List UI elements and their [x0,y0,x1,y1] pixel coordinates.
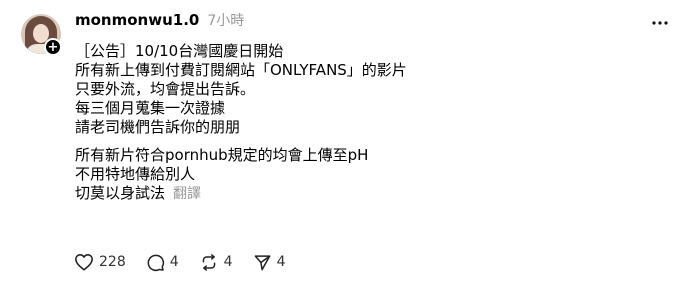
repost-count: 4 [223,254,233,270]
like-count: 228 [99,254,126,270]
repost-button[interactable]: 4 [199,253,233,272]
post-line: 所有新片符合pornhub規定的均會上傳至pH [75,146,369,164]
heart-icon [75,254,93,271]
username[interactable]: monmonwu1.0 [75,11,199,29]
share-count: 4 [276,254,286,270]
translate-link[interactable]: 翻譯 [173,186,201,202]
send-icon [254,254,270,270]
follow-plus-icon[interactable]: + [44,38,62,56]
post-line: 不用特地傳給別人 [75,165,196,183]
like-button[interactable]: 228 [74,253,126,271]
more-horizontal-icon [652,21,668,25]
reply-count: 4 [169,254,179,270]
avatar-container[interactable]: + [21,14,62,56]
post-body: ［公告］10/10台灣國慶日開始 所有新上傳到付費訂閱網站「ONLYFANS」的… [75,42,675,203]
post-header: monmonwu1.0 7小時 [75,10,244,34]
post-line: 每三個月蒐集一次證據 [75,99,226,117]
more-options-button[interactable] [649,12,671,34]
post-line: 只要外流，均會提出告訴。 [75,80,256,98]
post-line-text: 切莫以身試法 [75,184,166,202]
post-line: 所有新上傳到付費訂閱網站「ONLYFANS」的影片 [75,61,407,79]
repost-icon [202,253,215,271]
post-line-last: 切莫以身試法 翻譯 [75,184,675,203]
comment-bubble-icon [147,254,164,271]
post-line: ［公告］10/10台灣國慶日開始 [75,42,284,60]
share-button[interactable]: 4 [253,253,286,272]
post-actions: 228 4 4 4 [74,251,306,273]
reply-button[interactable]: 4 [146,253,179,272]
post-line: 請老司機們告訴你的朋朋 [75,118,241,136]
post-timestamp[interactable]: 7小時 [207,10,244,30]
